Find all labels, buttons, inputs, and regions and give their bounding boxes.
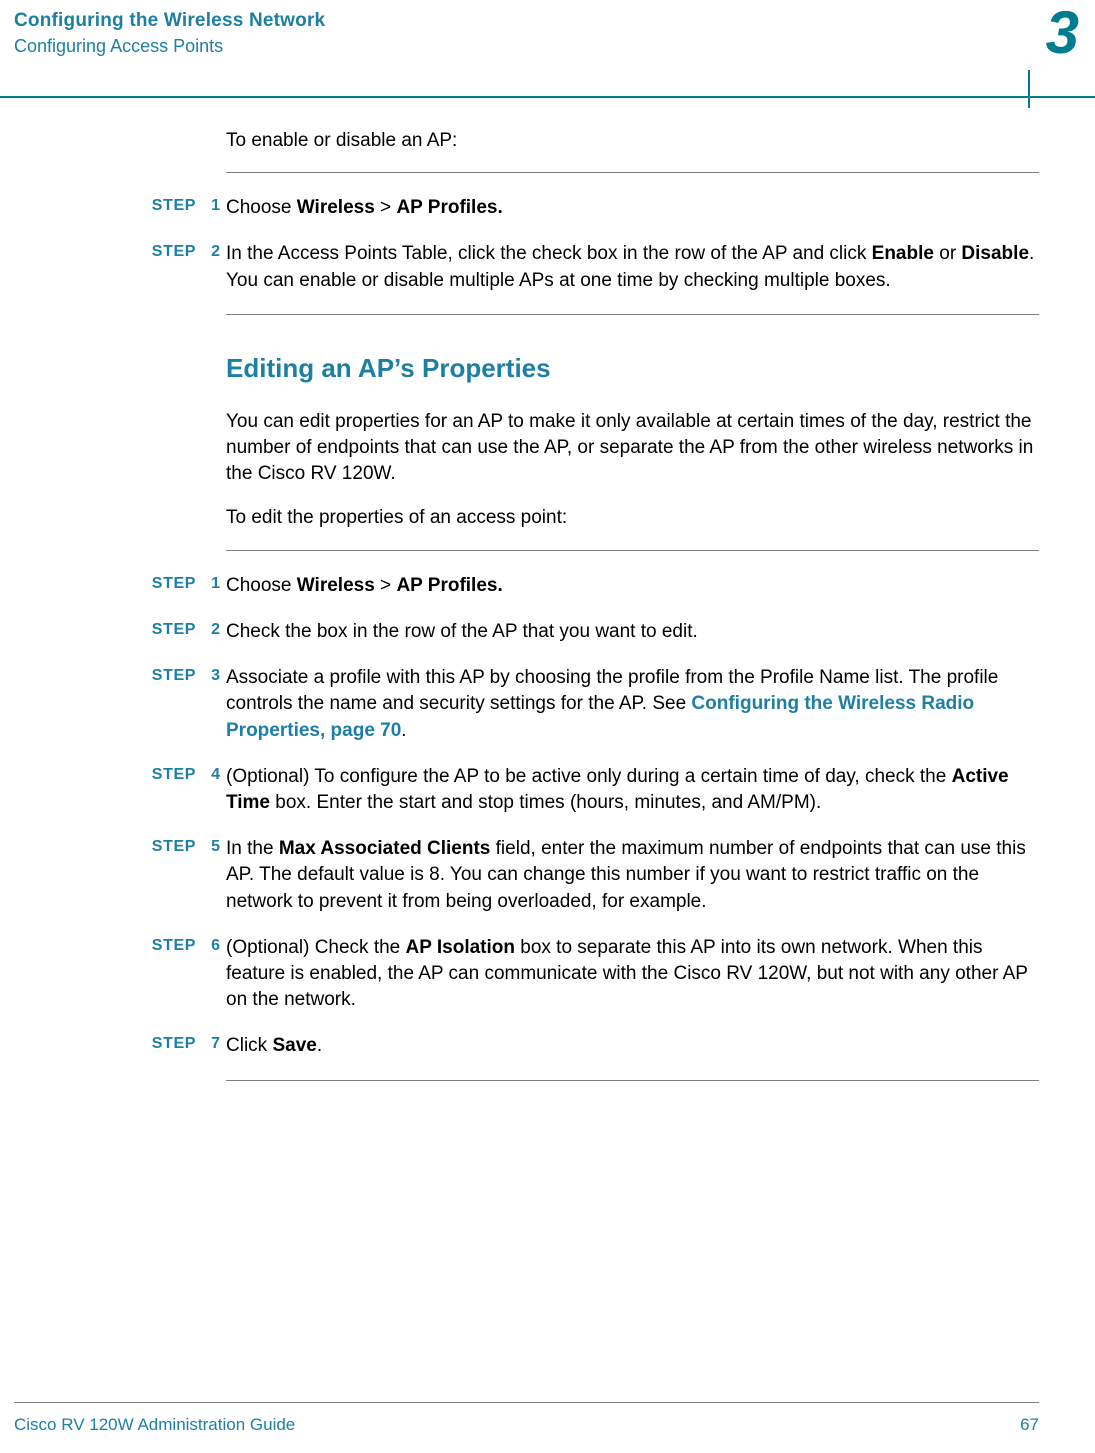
bold-text: Enable bbox=[872, 243, 934, 264]
step-label: STEP7 bbox=[110, 1033, 220, 1055]
text: (Optional) Check the bbox=[226, 937, 406, 958]
bold-text: Save bbox=[272, 1035, 316, 1056]
text: Choose bbox=[226, 575, 297, 596]
intro-text: To enable or disable an AP: bbox=[226, 128, 1039, 154]
step: STEP1Choose Wireless > AP Profiles. bbox=[226, 573, 1039, 599]
step-body: Click Save. bbox=[226, 1033, 1039, 1059]
step-body: In the Access Points Table, click the ch… bbox=[226, 241, 1039, 293]
step: STEP2Check the box in the row of the AP … bbox=[226, 619, 1039, 645]
step-label: STEP6 bbox=[110, 935, 220, 957]
text: Click bbox=[226, 1035, 272, 1056]
divider bbox=[226, 550, 1039, 551]
step-label: STEP1 bbox=[110, 195, 220, 217]
step-body: Check the box in the row of the AP that … bbox=[226, 619, 1039, 645]
step-label: STEP2 bbox=[110, 241, 220, 263]
text: > bbox=[375, 197, 397, 218]
text: > bbox=[375, 575, 397, 596]
footer-rule bbox=[14, 1402, 1039, 1403]
text: . bbox=[401, 720, 406, 741]
step: STEP3Associate a profile with this AP by… bbox=[226, 665, 1039, 744]
step-body: Associate a profile with this AP by choo… bbox=[226, 665, 1039, 744]
bold-text: AP Profiles. bbox=[396, 575, 502, 596]
bold-text: Wireless bbox=[297, 197, 375, 218]
bold-text: AP Profiles. bbox=[396, 197, 502, 218]
step-label: STEP3 bbox=[110, 665, 220, 687]
text: or bbox=[934, 243, 961, 264]
page-number: 67 bbox=[1020, 1415, 1039, 1435]
vertical-rule bbox=[1028, 70, 1030, 108]
step: STEP7Click Save. bbox=[226, 1033, 1039, 1059]
step-body: (Optional) To configure the AP to be act… bbox=[226, 764, 1039, 816]
divider bbox=[226, 172, 1039, 173]
step: STEP5In the Max Associated Clients field… bbox=[226, 836, 1039, 915]
section-paragraph: You can edit properties for an AP to mak… bbox=[226, 409, 1039, 488]
chapter-number: 3 bbox=[1046, 0, 1079, 67]
text: Check the box in the row of the AP that … bbox=[226, 621, 698, 642]
step: STEP4(Optional) To configure the AP to b… bbox=[226, 764, 1039, 816]
step-label: STEP4 bbox=[110, 764, 220, 786]
step: STEP6(Optional) Check the AP Isolation b… bbox=[226, 935, 1039, 1014]
text: In the Access Points Table, click the ch… bbox=[226, 243, 872, 264]
step-label: STEP1 bbox=[110, 573, 220, 595]
chapter-subtitle: Configuring Access Points bbox=[14, 36, 1039, 57]
text: . bbox=[317, 1035, 322, 1056]
step-label: STEP5 bbox=[110, 836, 220, 858]
text: (Optional) To configure the AP to be act… bbox=[226, 766, 952, 787]
step-label: STEP2 bbox=[110, 619, 220, 641]
step-body: In the Max Associated Clients field, ent… bbox=[226, 836, 1039, 915]
divider bbox=[226, 314, 1039, 315]
bold-text: Wireless bbox=[297, 575, 375, 596]
step-body: Choose Wireless > AP Profiles. bbox=[226, 195, 1039, 221]
step-body: Choose Wireless > AP Profiles. bbox=[226, 573, 1039, 599]
text: Choose bbox=[226, 197, 297, 218]
step: STEP1Choose Wireless > AP Profiles. bbox=[226, 195, 1039, 221]
section-heading: Editing an AP’s Properties bbox=[226, 351, 1039, 387]
header-rule bbox=[0, 96, 1095, 98]
section-paragraph: To edit the properties of an access poin… bbox=[226, 505, 1039, 531]
bold-text: AP Isolation bbox=[406, 937, 515, 958]
bold-text: Disable bbox=[961, 243, 1029, 264]
divider bbox=[226, 1080, 1039, 1081]
step-body: (Optional) Check the AP Isolation box to… bbox=[226, 935, 1039, 1014]
bold-text: Max Associated Clients bbox=[279, 838, 491, 859]
text: box. Enter the start and stop times (hou… bbox=[270, 792, 821, 813]
footer-guide: Cisco RV 120W Administration Guide bbox=[14, 1415, 295, 1435]
chapter-title: Configuring the Wireless Network bbox=[14, 10, 1039, 32]
text: In the bbox=[226, 838, 279, 859]
step: STEP2In the Access Points Table, click t… bbox=[226, 241, 1039, 293]
